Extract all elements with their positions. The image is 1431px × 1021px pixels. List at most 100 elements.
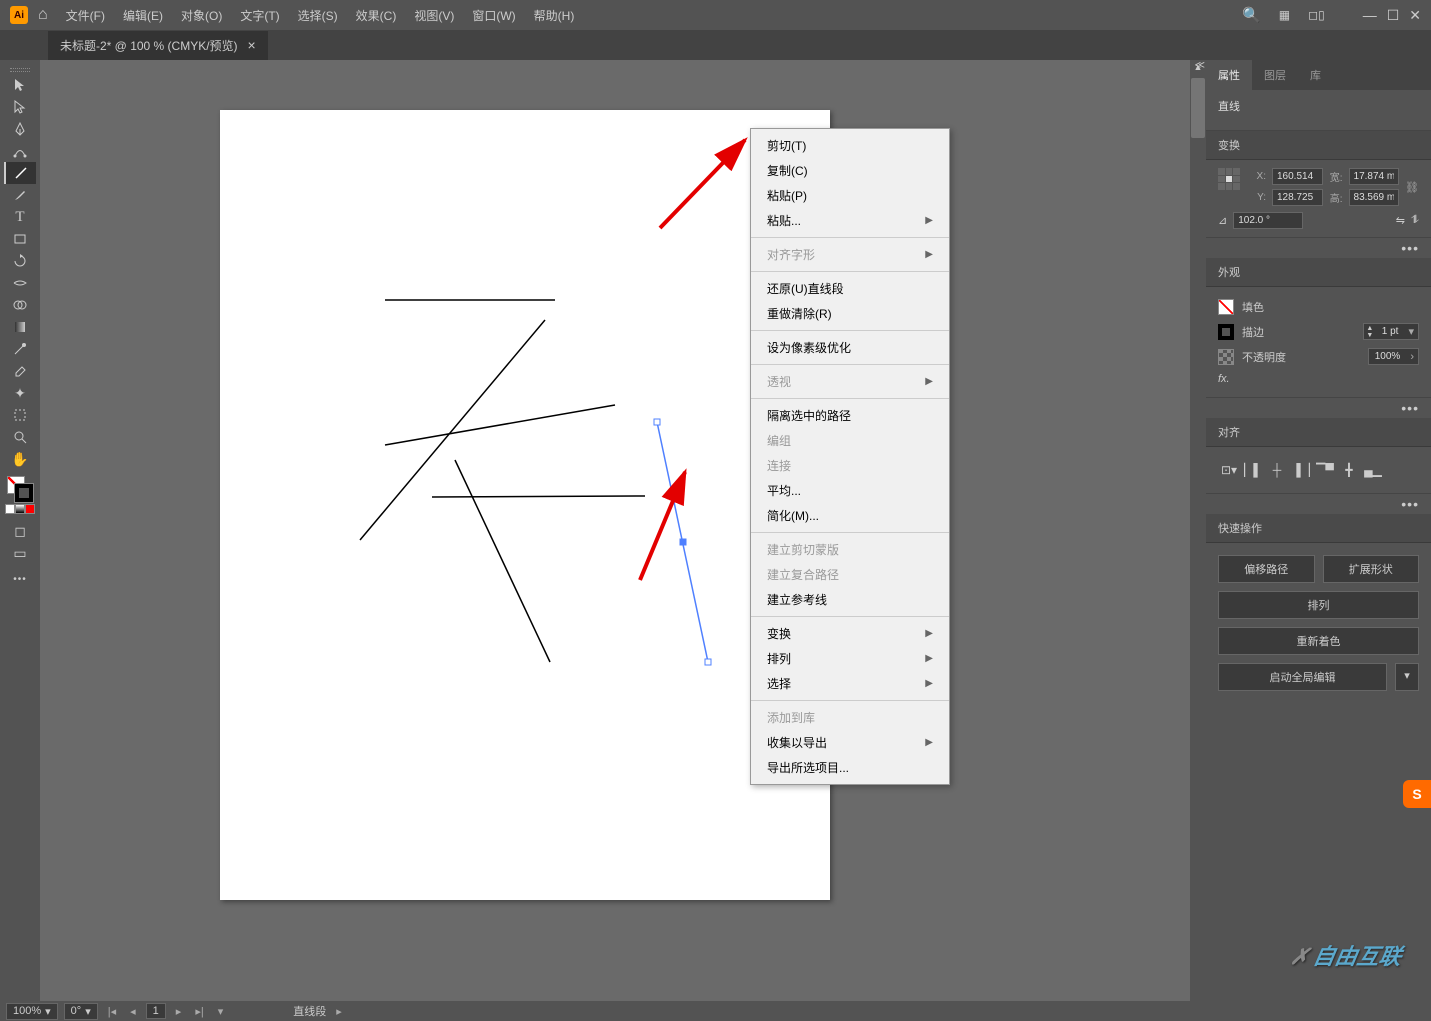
transform-more-icon[interactable]: ••• [1206,238,1431,258]
arrange-documents-icon[interactable]: ▦ [1279,8,1290,22]
artboard-field[interactable]: 1 [146,1003,166,1019]
first-artboard-icon[interactable]: |◂ [104,1005,120,1018]
artboard-nav-dropdown[interactable]: ▾ [214,1005,228,1018]
selection-info-dropdown[interactable]: ▸ [332,1005,346,1018]
fill-color-swatch[interactable] [1218,299,1234,315]
zoom-field[interactable]: 100%▾ [6,1003,58,1020]
menu-file[interactable]: 文件(F) [66,7,105,24]
draw-mode-icon[interactable]: ◻ [4,520,36,542]
fx-button[interactable]: fx. [1218,373,1230,385]
align-more-icon[interactable]: ••• [1206,494,1431,514]
color-mode-row[interactable] [5,504,35,514]
recolor-button[interactable]: 重新着色 [1218,627,1419,655]
rotation-field[interactable]: 0°▾ [64,1003,98,1020]
offset-path-button[interactable]: 偏移路径 [1218,555,1315,583]
document-tab[interactable]: 未标题-2* @ 100 % (CMYK/预览) × [48,31,268,60]
prev-artboard-icon[interactable]: ◂ [126,1005,140,1018]
ctx-redo[interactable]: 重做清除(R) [751,301,949,326]
shape-builder-tool[interactable] [4,294,36,316]
opacity-input[interactable]: 100% › [1368,348,1419,365]
ctx-paste[interactable]: 粘贴(P) [751,183,949,208]
zoom-tool[interactable] [4,426,36,448]
artboard[interactable] [220,110,830,900]
canvas-area[interactable]: 剪切(T) 复制(C) 粘贴(P) 粘贴...▶ 对齐字形▶ 还原(U)直线段 … [40,60,1206,1001]
home-icon[interactable]: ⌂ [38,6,48,24]
align-vcenter-icon[interactable]: ╋ [1338,459,1360,481]
ctx-make-guides[interactable]: 建立参考线 [751,587,949,612]
align-hcenter-icon[interactable]: ┼ [1266,459,1288,481]
stroke-swatch[interactable] [15,484,33,502]
menu-type[interactable]: 文字(T) [240,7,279,24]
workspace-switcher-icon[interactable]: ◻▯ [1308,8,1325,22]
ctx-average[interactable]: 平均... [751,478,949,503]
direct-selection-tool[interactable] [4,96,36,118]
constrain-proportions-icon[interactable]: ⛓ [1405,181,1419,194]
menu-window[interactable]: 窗口(W) [472,7,515,24]
y-input[interactable] [1272,189,1323,206]
stroke-weight-input[interactable]: ▲▼ 1 pt ▾ [1363,323,1419,340]
reference-point-selector[interactable] [1218,168,1240,190]
global-edit-dropdown[interactable]: ▾ [1395,663,1419,691]
minimize-icon[interactable]: — [1363,7,1377,24]
ctx-cut[interactable]: 剪切(T) [751,133,949,158]
ctx-collect-export[interactable]: 收集以导出▶ [751,730,949,755]
type-tool[interactable]: T [4,206,36,228]
search-icon[interactable]: 🔍 [1242,6,1261,24]
x-input[interactable] [1272,168,1323,185]
ctx-copy[interactable]: 复制(C) [751,158,949,183]
edit-toolbar-icon[interactable]: ••• [13,574,27,585]
align-top-icon[interactable]: ▔▀ [1314,459,1336,481]
ctx-select[interactable]: 选择▶ [751,671,949,696]
opacity-swatch[interactable] [1218,349,1234,365]
hand-tool[interactable]: ✋ [4,448,36,470]
selection-tool[interactable] [4,74,36,96]
align-right-icon[interactable]: ▐▕ [1290,459,1312,481]
expand-shape-button[interactable]: 扩展形状 [1323,555,1420,583]
paintbrush-tool[interactable] [4,184,36,206]
width-tool[interactable] [4,272,36,294]
panel-collapse-icon[interactable]: ≪ [1195,60,1205,71]
align-bottom-icon[interactable]: ▄▁ [1362,459,1384,481]
maximize-icon[interactable]: ☐ [1387,7,1400,24]
ime-badge[interactable]: S [1403,780,1431,808]
last-artboard-icon[interactable]: ▸| [191,1005,207,1018]
eraser-tool[interactable] [4,360,36,382]
tab-layers[interactable]: 图层 [1252,60,1298,90]
angle-input[interactable] [1233,212,1303,229]
ctx-paste-more[interactable]: 粘贴...▶ [751,208,949,233]
fill-stroke-swatch[interactable] [7,476,33,502]
appearance-more-icon[interactable]: ••• [1206,398,1431,418]
ctx-isolate[interactable]: 隔离选中的路径 [751,403,949,428]
rectangle-tool[interactable] [4,228,36,250]
vertical-scrollbar[interactable]: ▲ [1190,60,1206,1001]
ctx-undo[interactable]: 还原(U)直线段 [751,276,949,301]
gradient-tool[interactable] [4,316,36,338]
align-to-dropdown[interactable]: ⊡▾ [1218,459,1240,481]
ctx-pixel-perfect[interactable]: 设为像素级优化 [751,335,949,360]
menu-edit[interactable]: 编辑(E) [123,7,163,24]
ctx-export-selection[interactable]: 导出所选项目... [751,755,949,780]
menu-help[interactable]: 帮助(H) [534,7,575,24]
next-artboard-icon[interactable]: ▸ [172,1005,186,1018]
height-input[interactable] [1349,189,1400,206]
rotate-tool[interactable] [4,250,36,272]
align-left-icon[interactable]: ▏▌ [1242,459,1264,481]
menu-view[interactable]: 视图(V) [414,7,454,24]
stroke-color-swatch[interactable] [1218,324,1234,340]
artboard-tool[interactable] [4,404,36,426]
global-edit-button[interactable]: 启动全局编辑 [1218,663,1387,691]
menu-effect[interactable]: 效果(C) [356,7,397,24]
eyedropper-tool[interactable] [4,338,36,360]
ctx-arrange[interactable]: 排列▶ [751,646,949,671]
toolbar-handle[interactable] [5,66,35,74]
symbol-sprayer-tool[interactable]: ✦ [4,382,36,404]
ctx-transform[interactable]: 变换▶ [751,621,949,646]
screen-mode-icon[interactable]: ▭ [4,542,36,564]
menu-object[interactable]: 对象(O) [181,7,222,24]
flip-vertical-icon[interactable]: ⥮ [1411,214,1419,227]
line-segment-tool[interactable] [4,162,36,184]
flip-horizontal-icon[interactable]: ⇋ [1396,214,1405,227]
tab-close-icon[interactable]: × [248,37,256,53]
curvature-tool[interactable] [4,140,36,162]
pen-tool[interactable] [4,118,36,140]
